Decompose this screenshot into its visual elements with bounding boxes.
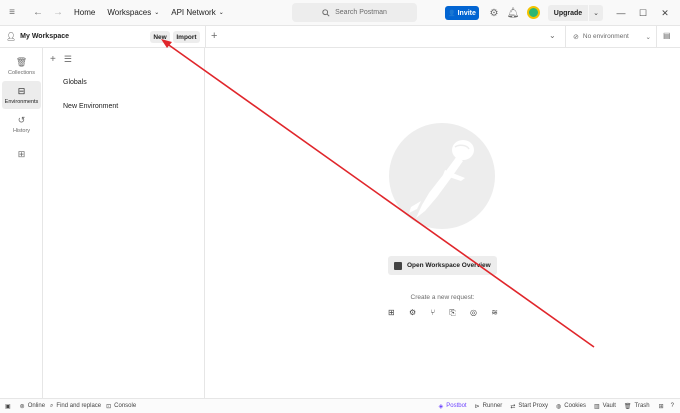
import-button[interactable]: Import [173, 31, 200, 43]
sidebar-rail: 🗑︎ Collections ⊟ Environments ↺ History … [0, 48, 43, 398]
postman-logo-icon [389, 123, 495, 229]
grpc-icon[interactable]: ⑂ [430, 308, 435, 320]
overview-icon [394, 261, 402, 270]
create-request-label: Create a new request: [410, 294, 475, 301]
cookies-button[interactable]: ◍ Cookies [556, 403, 586, 410]
runner-button[interactable]: ⊳ Runner [475, 403, 503, 410]
upgrade-dropdown-button[interactable]: ⌄ [589, 5, 603, 21]
socketio-icon[interactable]: ◎ [470, 308, 477, 320]
runner-icon: ⊳ [474, 403, 480, 410]
title-bar: ≡ ← → Home Workspaces ⌄ API Network ⌄ Sear… [0, 0, 680, 26]
search-icon [322, 8, 330, 17]
nav-home[interactable]: Home [68, 8, 101, 17]
chevron-down-icon: ⌄ [154, 10, 160, 16]
find-and-replace-button[interactable]: ⌕ Find and replace [50, 403, 101, 410]
nav-workspaces[interactable]: Workspaces ⌄ [101, 8, 165, 17]
list-item-new-environment[interactable]: New Environment [43, 94, 204, 118]
close-window-button[interactable]: ✕ [653, 0, 677, 26]
vault-icon: ▥ [593, 403, 600, 410]
history-icon: ↺ [17, 114, 26, 125]
collections-icon: 🗑︎ [15, 56, 28, 67]
cookie-icon: ◍ [556, 403, 562, 410]
sidebar-item-history[interactable]: ↺ History [2, 110, 41, 138]
environments-panel: + ☰ Globals New Environment [43, 48, 205, 398]
invite-button[interactable]: 👤 Invite [445, 6, 479, 20]
configure-sidebar-icon: ⊞ [17, 148, 26, 159]
online-check-icon: ⊚ [19, 403, 25, 410]
forward-arrow-icon[interactable]: → [48, 0, 68, 26]
workspace-title: My Workspace [20, 33, 70, 40]
search-icon: ⌕ [50, 402, 54, 409]
add-environment-plus-icon[interactable]: + [50, 54, 56, 65]
settings-gear-icon[interactable]: ⚙ [487, 6, 501, 20]
help-icon[interactable]: ? [671, 403, 674, 409]
chevron-down-icon: ⌄ [218, 10, 224, 16]
menu-icon[interactable]: ≡ [2, 0, 22, 26]
graphql-icon[interactable]: ⚙ [409, 308, 416, 320]
nav-api-network[interactable]: API Network ⌄ [165, 8, 230, 17]
list-item-globals[interactable]: Globals [43, 70, 204, 94]
user-icon: 👤︎ [6, 32, 17, 41]
environments-toolbar: + ☰ [43, 48, 204, 70]
sidebar-item-collections[interactable]: 🗑︎ Collections [2, 52, 41, 80]
add-user-icon: 👤 [448, 10, 456, 17]
search-placeholder: Search Postman [335, 9, 387, 16]
request-type-icons: ⊞ ⚙ ⑂ ⎘ ◎ ≋ [388, 308, 498, 320]
vault-button[interactable]: ▥ Vault [594, 403, 616, 410]
environments-icon: ⊟ [17, 85, 26, 96]
tab-bar: + ⌄ ⊘ No environment ⌄ ▤ [205, 26, 680, 48]
filter-icon[interactable]: ☰ [64, 54, 72, 65]
mqtt-icon[interactable]: ≋ [491, 308, 498, 320]
search-input[interactable]: Search Postman [292, 3, 417, 22]
console-button[interactable]: ⊡ Console [106, 403, 136, 410]
status-bar: ▣ ⊚ Online ⌕ Find and replace ⊡ Console ◈ Po… [0, 398, 680, 413]
environment-quick-look-icon[interactable]: ▤ [663, 31, 671, 40]
websocket-icon[interactable]: ⎘ [449, 308, 455, 320]
postbot-icon: ◈ [438, 403, 444, 410]
environment-selected-value: No environment [582, 33, 629, 40]
environment-selector[interactable]: ⊘ No environment ⌄ [565, 26, 657, 47]
maximize-window-button[interactable]: ☐ [631, 0, 655, 26]
proxy-icon: ⇄ [510, 403, 516, 410]
layout-grid-icon[interactable]: ⊞ [659, 403, 664, 410]
environment-off-icon: ⊘ [573, 33, 579, 41]
trash-icon: 🗑︎ [623, 403, 632, 410]
back-arrow-icon[interactable]: ← [28, 0, 48, 26]
http-icon[interactable]: ⊞ [388, 308, 395, 320]
tabs-dropdown-chevron-icon[interactable]: ⌄ [549, 31, 556, 40]
avatar[interactable] [527, 6, 540, 19]
layout-toggle-icon[interactable]: ▣ [5, 403, 11, 410]
trash-button[interactable]: 🗑︎ Trash [624, 403, 650, 410]
open-workspace-overview-button[interactable]: Open Workspace Overview [388, 256, 497, 275]
main-content: Open Workspace Overview Create a new req… [205, 48, 680, 398]
sidebar-item-environments[interactable]: ⊟ Environments [2, 81, 41, 109]
postbot-button[interactable]: ◈ Postbot [439, 403, 467, 410]
status-online[interactable]: ⊚ Online [20, 403, 45, 410]
workspace-header: 👤︎ My Workspace New Import [0, 26, 205, 48]
notifications-bell-icon[interactable]: 🔔︎ [506, 6, 520, 20]
sidebar-item-configure[interactable]: ⊞ [2, 144, 41, 164]
upgrade-button[interactable]: Upgrade [548, 5, 588, 21]
new-tab-plus-icon[interactable]: + [211, 30, 217, 42]
console-icon: ⊡ [106, 403, 112, 410]
start-proxy-button[interactable]: ⇄ Start Proxy [510, 403, 548, 410]
chevron-down-icon: ⌄ [593, 10, 599, 17]
minimize-window-button[interactable]: — [609, 0, 633, 26]
new-button[interactable]: New [150, 31, 170, 43]
chevron-down-icon: ⌄ [645, 33, 651, 41]
